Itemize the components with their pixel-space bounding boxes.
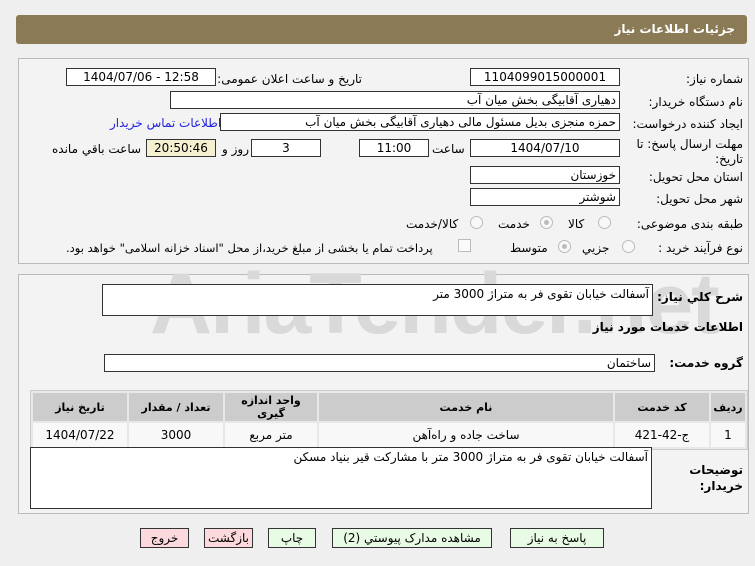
days-field: 3 (251, 139, 321, 157)
buyer-label: نام دستگاه خریدار: (648, 95, 744, 109)
view-documents-button[interactable]: مشاهده مدارک پیوستي (2) (332, 528, 492, 548)
category-label: طبقه بندی موضوعی: (636, 217, 743, 231)
process-label: نوع فرآیند خرید : (658, 241, 743, 255)
time-label: ساعت (432, 142, 465, 156)
cell-qty: 3000 (129, 423, 223, 447)
deadline-time-field: 11:00 (359, 139, 429, 157)
category-radio-service[interactable] (540, 216, 553, 229)
creator-field: حمزه منجزی بدیل مسئول مالی دهیاری آقابیگ… (220, 113, 620, 131)
col-qty: تعداد / مقدار (129, 393, 223, 421)
buyer-notes-label: توضیحات خریدار: (689, 463, 743, 493)
province-field: خوزستان (470, 166, 620, 184)
contact-buyer-link[interactable]: اطلاعات تماس خریدار (110, 116, 221, 130)
remaining-label: ساعت باقي مانده (52, 142, 142, 156)
exit-button[interactable]: خروج (140, 528, 189, 548)
announce-label: تاریخ و ساعت اعلان عمومی: (217, 72, 362, 86)
page-header: جزئیات اطلاعات نیاز (16, 15, 747, 44)
print-button[interactable]: چاپ (268, 528, 316, 548)
deadline-label: مهلت ارسال پاسخ: تا تاریخ: (636, 137, 743, 166)
back-button[interactable]: بازگشت (204, 528, 253, 548)
cell-unit: متر مربع (225, 423, 317, 447)
group-field: ساختمان (104, 354, 655, 372)
cell-date: 1404/07/22 (33, 423, 127, 447)
category-option-goods: کالا (568, 217, 585, 231)
cell-row: 1 (711, 423, 745, 447)
deadline-date-field: 1404/07/10 (470, 139, 620, 157)
city-field: شوشتر (470, 188, 620, 206)
group-label: گروه خدمت: (669, 356, 743, 370)
need-number-label: شماره نیاز: (686, 72, 743, 86)
col-date: تاریخ نیاز (33, 393, 127, 421)
category-radio-goods[interactable] (598, 216, 611, 229)
payment-note: پرداخت تمام یا بخشی از مبلغ خرید،از محل … (66, 241, 433, 255)
col-name: نام خدمت (319, 393, 613, 421)
page-title: جزئیات اطلاعات نیاز (614, 22, 735, 36)
services-table: ردیف کد خدمت نام خدمت واحد اندازه گیری ت… (30, 390, 748, 450)
remaining-time: 20:50:46 (146, 139, 216, 157)
col-row: ردیف (711, 393, 745, 421)
category-option-both: کالا/خدمت (406, 217, 459, 231)
col-unit: واحد اندازه گیری (225, 393, 317, 421)
category-option-service: خدمت (498, 217, 530, 231)
summary-label: شرح کلي نیاز: (657, 290, 743, 304)
category-radio-both[interactable] (470, 216, 483, 229)
table-header-row: ردیف کد خدمت نام خدمت واحد اندازه گیری ت… (33, 393, 745, 421)
city-label: شهر محل تحویل: (656, 192, 743, 206)
days-label: روز و (222, 142, 249, 156)
buyer-field: دهیاری آقابیگی بخش میان آب (170, 91, 620, 109)
services-title: اطلاعات خدمات مورد نیاز (592, 320, 743, 334)
reply-button[interactable]: پاسخ به نیاز (510, 528, 604, 548)
need-number-field: 1104099015000001 (470, 68, 620, 86)
summary-textarea[interactable]: آسفالت خیابان تقوی فر به متراژ 3000 متر (102, 284, 653, 316)
announce-field: 1404/07/06 - 12:58 (66, 68, 216, 86)
cell-code: ج-42-421 (615, 423, 709, 447)
col-code: کد خدمت (615, 393, 709, 421)
table-row: 1 ج-42-421 ساخت جاده و راه‌آهن متر مربع … (33, 423, 745, 447)
creator-label: ایجاد کننده درخواست: (632, 117, 743, 131)
buyer-notes-textarea[interactable]: آسفالت خیابان تقوی فر به متراژ 3000 متر … (30, 447, 652, 509)
process-radio-medium[interactable] (558, 240, 571, 253)
treasury-checkbox[interactable] (458, 239, 471, 252)
process-option-small: جزیي (582, 241, 610, 255)
process-radio-small[interactable] (622, 240, 635, 253)
process-option-medium: متوسط (510, 241, 548, 255)
cell-name: ساخت جاده و راه‌آهن (319, 423, 613, 447)
province-label: استان محل تحویل: (648, 170, 743, 184)
